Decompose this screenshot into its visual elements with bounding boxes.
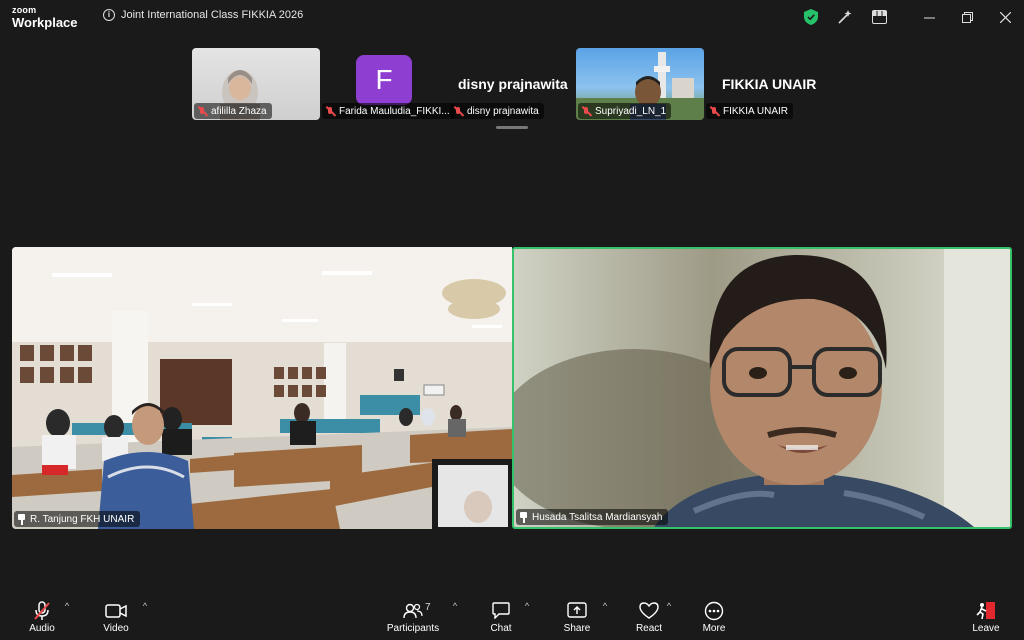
gallery-page-indicator[interactable] xyxy=(496,126,528,129)
video-participant-name: Husada Tsalitsa Mardiansyah xyxy=(532,511,663,523)
mic-muted-icon xyxy=(453,106,464,117)
video-name-tag: R. Tanjung FKH UNAIR xyxy=(14,511,141,527)
participant-name: Supriyadi_LN_1 xyxy=(595,105,667,117)
participant-display-name: disny prajnawita xyxy=(458,76,568,92)
participant-name: disny prajnawita xyxy=(467,105,539,117)
mic-muted-icon xyxy=(325,106,336,117)
minimize-button[interactable] xyxy=(910,0,948,34)
leave-door-icon xyxy=(975,600,997,622)
participants-count: 7 xyxy=(425,601,431,613)
mic-muted-icon xyxy=(197,106,208,117)
zoom-logo: zoom Workplace xyxy=(12,5,78,30)
participant-name-tag: disny prajnawita xyxy=(450,103,544,119)
video-tile-classroom[interactable]: R. Tanjung FKH UNAIR xyxy=(12,247,512,529)
participants-label: Participants xyxy=(386,622,440,634)
mic-muted-icon xyxy=(33,600,51,622)
chat-button[interactable]: Chat xyxy=(484,593,518,640)
video-participant-name: R. Tanjung FKH UNAIR xyxy=(30,513,135,525)
classroom-video xyxy=(12,247,512,529)
chat-bubble-icon xyxy=(492,600,510,622)
avatar: F xyxy=(356,55,412,105)
participant-name-tag: afililla Zhaza xyxy=(194,103,272,119)
share-screen-icon xyxy=(567,600,587,622)
more-button[interactable]: More xyxy=(698,593,730,640)
video-name-tag: Husada Tsalitsa Mardiansyah xyxy=(516,509,669,525)
chat-options-chevron-up-icon[interactable]: ^ xyxy=(522,601,532,611)
participant-name: FIKKIA UNAIR xyxy=(723,105,789,117)
title-bar-controls xyxy=(794,0,1024,34)
participants-options-chevron-up-icon[interactable]: ^ xyxy=(450,601,460,611)
camera-icon xyxy=(105,600,127,622)
share-options-chevron-up-icon[interactable]: ^ xyxy=(600,601,610,611)
video-button[interactable]: Video xyxy=(98,593,134,640)
gallery-strip: afililla Zhaza F Farida Mauludia_FIKKI..… xyxy=(0,48,1024,122)
meeting-title: Joint International Class FIKKIA 2026 xyxy=(121,9,304,21)
video-options-chevron-up-icon[interactable]: ^ xyxy=(140,601,150,611)
more-dots-icon xyxy=(704,600,724,622)
share-label: Share xyxy=(563,622,591,634)
brand-line2: Workplace xyxy=(12,15,78,30)
mic-muted-icon xyxy=(709,106,720,117)
ai-companion-icon[interactable] xyxy=(828,0,862,34)
meeting-info[interactable]: i Joint International Class FIKKIA 2026 xyxy=(103,9,303,21)
participants-button[interactable]: 7 Participants xyxy=(384,593,442,640)
speaker-video xyxy=(514,249,1010,527)
participant-display-name: FIKKIA UNAIR xyxy=(722,76,817,92)
mic-muted-icon xyxy=(581,106,592,117)
participant-tile-fikkia[interactable]: FIKKIA UNAIR FIKKIA UNAIR xyxy=(704,48,832,120)
react-label: React xyxy=(635,622,663,634)
participant-tile-supriyadi[interactable]: Supriyadi_LN_1 xyxy=(576,48,704,120)
info-icon[interactable]: i xyxy=(103,9,115,21)
participant-tile-disny[interactable]: disny prajnawita disny prajnawita xyxy=(448,48,576,120)
close-button[interactable] xyxy=(986,0,1024,34)
pin-icon xyxy=(17,513,26,525)
video-label: Video xyxy=(103,622,129,634)
participant-name-tag: FIKKIA UNAIR xyxy=(706,103,794,119)
apps-icon[interactable] xyxy=(862,0,896,34)
leave-label: Leave xyxy=(972,622,1000,634)
participants-icon: 7 xyxy=(403,600,431,622)
video-tile-active-speaker[interactable]: Husada Tsalitsa Mardiansyah xyxy=(512,247,1012,529)
participant-tile-farida[interactable]: F Farida Mauludia_FIKKI... xyxy=(320,48,455,120)
zoom-meeting-window: zoom Workplace i Joint International Cla… xyxy=(0,0,1024,640)
leave-button[interactable]: Leave xyxy=(968,593,1004,640)
chat-label: Chat xyxy=(490,622,512,634)
more-label: More xyxy=(702,622,726,634)
meeting-toolbar: Audio ^ Video ^ 7 Participants ^ Chat ^ … xyxy=(0,593,1024,640)
share-button[interactable]: Share xyxy=(560,593,594,640)
audio-button[interactable]: Audio xyxy=(24,593,60,640)
security-shield-icon[interactable] xyxy=(794,0,828,34)
participant-name: Farida Mauludia_FIKKI... xyxy=(339,105,450,117)
participant-tile-afililla[interactable]: afililla Zhaza xyxy=(192,48,320,120)
pin-icon xyxy=(519,511,528,523)
react-button[interactable]: React xyxy=(632,593,666,640)
participant-name-tag: Farida Mauludia_FIKKI... xyxy=(322,103,455,119)
brand-line1: zoom xyxy=(12,5,37,15)
audio-label: Audio xyxy=(29,622,55,634)
restore-button[interactable] xyxy=(948,0,986,34)
participant-name: afililla Zhaza xyxy=(211,105,267,117)
react-options-chevron-up-icon[interactable]: ^ xyxy=(664,601,674,611)
title-bar: zoom Workplace i Joint International Cla… xyxy=(0,0,1024,34)
heart-icon xyxy=(639,600,659,622)
participant-name-tag: Supriyadi_LN_1 xyxy=(578,103,672,119)
audio-options-chevron-up-icon[interactable]: ^ xyxy=(62,601,72,611)
